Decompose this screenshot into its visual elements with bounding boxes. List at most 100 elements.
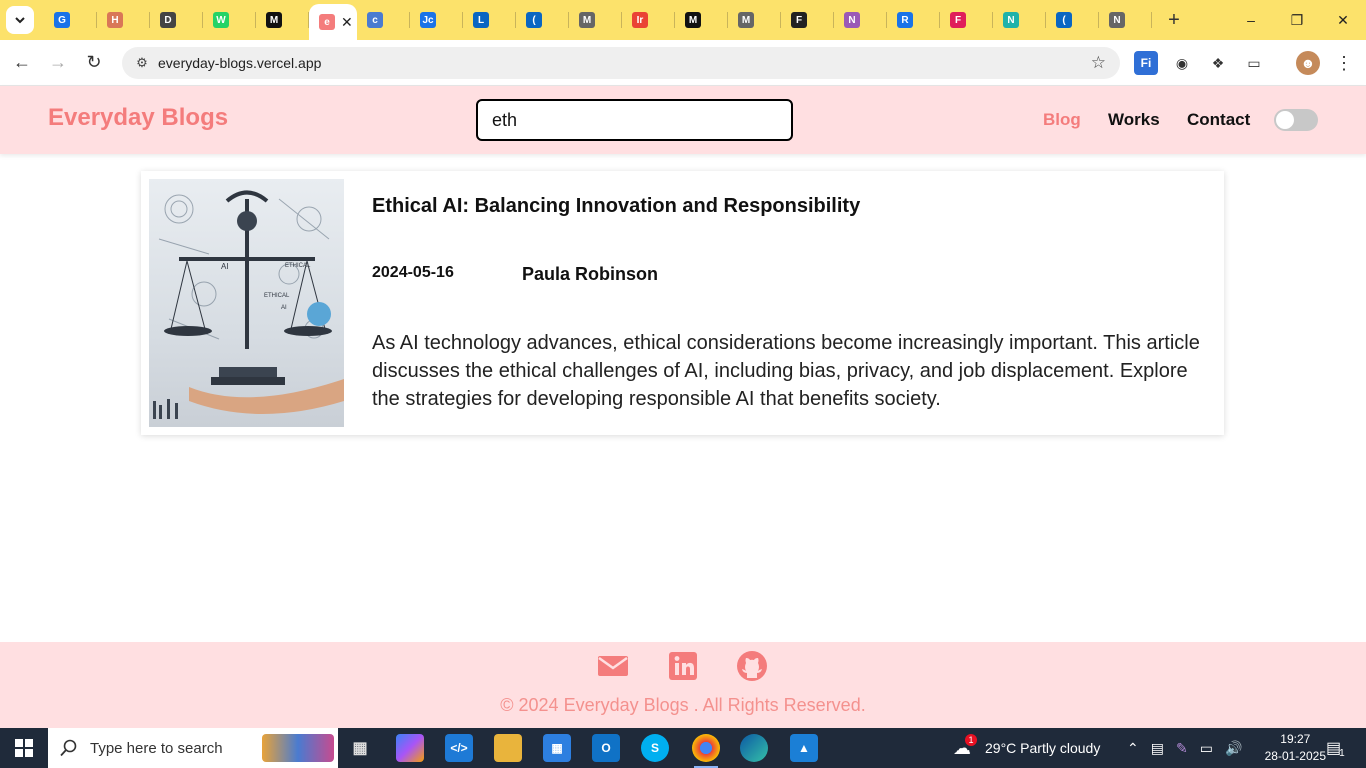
post-date: 2024-05-16 (372, 264, 454, 281)
tab-favicon-icon: F (791, 12, 807, 28)
browser-tab[interactable]: M (728, 0, 781, 40)
code-extension-icon[interactable]: ❖ (1206, 51, 1230, 75)
skype-icon[interactable]: S (641, 734, 669, 762)
tab-search-button[interactable] (6, 6, 34, 34)
browser-tab[interactable]: ( (516, 0, 569, 40)
browser-tab[interactable]: D (150, 0, 203, 40)
pen-icon[interactable]: ✎ (1176, 740, 1188, 757)
tab-list: G H D W Me ✕ c Jc L(M Ir M M F N R F N(N (44, 0, 1152, 40)
browser-tab[interactable]: M (675, 0, 728, 40)
partly-cloudy-icon: ☁ 1 (953, 733, 977, 759)
tab-favicon-icon: N (1003, 12, 1019, 28)
nav-blog[interactable]: Blog (1043, 110, 1081, 130)
volume-icon[interactable]: 🔊 (1225, 740, 1242, 757)
scales-of-justice-illustration: AI ETHICAL ETHICAL AI (153, 190, 344, 419)
file-explorer-icon[interactable] (494, 734, 522, 762)
post-title[interactable]: Ethical AI: Balancing Innovation and Res… (372, 195, 860, 218)
chevron-up-icon[interactable]: ⌃ (1127, 740, 1139, 757)
chrome-icon[interactable] (692, 734, 720, 768)
tab-favicon-icon: M (685, 12, 701, 28)
browser-tab[interactable]: L (463, 0, 516, 40)
browser-tab[interactable]: M (256, 0, 309, 40)
nav-contact[interactable]: Contact (1187, 110, 1250, 130)
restore-button[interactable]: ❐ (1274, 0, 1320, 40)
weather-alert-badge: 1 (965, 733, 977, 746)
screenshot-extension-icon[interactable]: ◉ (1170, 51, 1194, 75)
microsoft-store-icon[interactable]: ▦ (543, 734, 571, 762)
windows-logo-icon (15, 739, 33, 757)
start-button[interactable] (0, 728, 48, 768)
tab-favicon-icon: N (844, 12, 860, 28)
photos-icon[interactable]: ▲ (790, 734, 818, 762)
theme-toggle[interactable] (1274, 109, 1318, 131)
browser-tab-active[interactable]: e ✕ (309, 4, 357, 40)
tab-favicon-icon: W (213, 12, 229, 28)
copyright-text: © 2024 Everyday Blogs . All Rights Reser… (500, 695, 866, 715)
browser-tab[interactable]: ( (1046, 0, 1099, 40)
linkedin-icon[interactable] (667, 650, 701, 682)
forward-button[interactable]: → (42, 47, 74, 79)
back-button[interactable]: ← (6, 47, 38, 79)
books-widget-icon[interactable] (262, 734, 334, 762)
battery-icon[interactable]: ▭ (1200, 740, 1213, 757)
edge-icon[interactable] (740, 734, 768, 762)
weather-text: 29°C Partly cloudy (985, 740, 1101, 756)
image-label-ethical-2: ETHICAL (264, 293, 290, 299)
tab-favicon-icon: H (107, 12, 123, 28)
toggle-knob (1276, 111, 1294, 129)
close-window-button[interactable]: ✕ (1320, 0, 1366, 40)
extensions-puzzle-icon[interactable]: ▭ (1242, 51, 1266, 75)
browser-menu-button[interactable]: ⋮ (1332, 51, 1356, 75)
url-text[interactable]: everyday-blogs.vercel.app (158, 55, 321, 71)
browser-tab[interactable]: R (887, 0, 940, 40)
windows-taskbar: Type here to search ▦ </> ▦ O S ▲ ☁ 1 29°… (0, 728, 1366, 768)
browser-tab[interactable]: Ir (622, 0, 675, 40)
site-footer: © 2024 Everyday Blogs . All Rights Reser… (0, 642, 1366, 728)
weather-widget[interactable]: ☁ 1 29°C Partly cloudy (953, 728, 1100, 768)
vscode-icon[interactable]: </> (445, 734, 473, 762)
nav-works[interactable]: Works (1108, 110, 1160, 130)
browser-tab[interactable]: H (97, 0, 150, 40)
reload-button[interactable]: ↻ (78, 47, 110, 79)
minimize-button[interactable]: – (1228, 0, 1274, 40)
browser-tab[interactable]: F (940, 0, 993, 40)
browser-tab[interactable]: N (834, 0, 887, 40)
browser-tab[interactable]: G (44, 0, 97, 40)
search-input[interactable] (476, 99, 793, 141)
network-icon[interactable]: ▤ (1151, 740, 1164, 757)
copilot-icon[interactable] (396, 734, 424, 762)
site-brand[interactable]: Everyday Blogs (48, 104, 228, 132)
browser-tab[interactable]: N (993, 0, 1046, 40)
tab-favicon-icon: M (738, 12, 754, 28)
address-bar[interactable]: ⚙ everyday-blogs.vercel.app ☆ (122, 47, 1120, 79)
new-tab-button[interactable]: + (1160, 6, 1188, 34)
browser-tab[interactable]: c (357, 0, 410, 40)
system-tray: ⌃ ▤ ✎ ▭ 🔊 (1127, 728, 1242, 768)
browser-toolbar: ← → ↻ ⚙ everyday-blogs.vercel.app ☆ Fi ◉… (0, 40, 1366, 86)
extension-fi-icon[interactable]: Fi (1134, 51, 1158, 75)
browser-tab[interactable]: W (203, 0, 256, 40)
github-icon[interactable] (736, 650, 770, 682)
browser-tab-strip: G H D W Me ✕ c Jc L(M Ir M M F N R F N(N + – ❐ ✕ (0, 0, 1366, 40)
bookmark-star-icon[interactable]: ☆ (1091, 53, 1106, 73)
site-header: Everyday Blogs Blog Works Contact (0, 86, 1366, 154)
browser-tab[interactable]: M (569, 0, 622, 40)
tab-favicon-icon: N (1109, 12, 1125, 28)
taskbar-clock[interactable]: 19:27 28-01-2025 (1265, 731, 1326, 765)
close-tab-icon[interactable]: ✕ (341, 14, 353, 31)
browser-tab[interactable]: N (1099, 0, 1152, 40)
tab-favicon-icon: R (897, 12, 913, 28)
tab-favicon-icon: G (54, 12, 70, 28)
tab-favicon-icon: F (950, 12, 966, 28)
profile-avatar[interactable]: ☻ (1296, 51, 1320, 75)
notification-center-icon[interactable]: ▤ 1 (1326, 728, 1345, 768)
envelope-icon[interactable] (596, 650, 630, 682)
browser-tab[interactable]: F (781, 0, 834, 40)
taskbar-search-placeholder: Type here to search (90, 739, 223, 757)
task-view-icon[interactable]: ▦ (346, 734, 374, 762)
blog-card[interactable]: AI ETHICAL ETHICAL AI Ethical AI: Balanc… (141, 171, 1224, 435)
chevron-down-icon (15, 17, 25, 24)
site-info-icon[interactable]: ⚙ (128, 55, 156, 71)
browser-tab[interactable]: Jc (410, 0, 463, 40)
outlook-icon[interactable]: O (592, 734, 620, 762)
